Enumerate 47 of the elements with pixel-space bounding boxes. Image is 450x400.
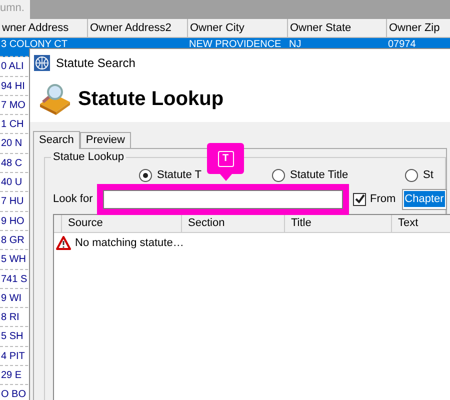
- table-cell-text: 29 E: [0, 369, 22, 384]
- table-cell-text: 9 WI: [0, 292, 22, 306]
- column-header[interactable]: Title: [285, 215, 392, 233]
- tab[interactable]: Search: [33, 131, 80, 149]
- checkbox-label: From: [370, 192, 396, 207]
- radio-label: Statute T: [157, 168, 202, 183]
- table-cell-text: 3 COLONY CT: [0, 38, 68, 50]
- tab[interactable]: Preview: [80, 132, 131, 148]
- group-title: Statue Lookup: [51, 150, 126, 164]
- column-header[interactable]: Text: [392, 215, 450, 233]
- table-cell-text: 1 CH: [0, 118, 24, 132]
- table-cell-text: NEW PROVIDENCE: [188, 38, 282, 50]
- table-cell-text: 9 HO: [0, 214, 24, 229]
- table-cell-text: O BO: [0, 388, 26, 400]
- table-cell-text: 8 RI: [0, 311, 20, 326]
- column-header[interactable]: Source: [62, 215, 182, 233]
- book-magnifier-icon: [38, 82, 72, 116]
- radio-button[interactable]: [272, 168, 285, 182]
- table-cell-text: 4 PIT: [0, 350, 25, 364]
- radio-button[interactable]: [405, 168, 418, 182]
- window-title: Statute Search: [56, 54, 136, 72]
- table-cell-text: 5 SH: [0, 330, 24, 344]
- hint-text: umn.: [0, 0, 30, 19]
- table-cell-text: NJ: [288, 38, 302, 50]
- table-cell-text: 5 WH: [0, 253, 26, 268]
- table-cell-text: 741 S: [0, 272, 28, 287]
- status-message: No matching statute…: [75, 236, 184, 251]
- table-cell-text: 7 MO: [0, 98, 26, 113]
- column-header[interactable]: Section: [182, 215, 285, 233]
- table-cell-text: 07974: [387, 38, 417, 50]
- field-label: Look for: [53, 192, 94, 207]
- from-dropdown[interactable]: Chapter: [402, 188, 447, 210]
- table-cell-text: 8 GR: [0, 234, 24, 248]
- warning-icon: [56, 236, 71, 250]
- radio-button[interactable]: [139, 168, 152, 182]
- table-cell-text: 48 C: [0, 156, 22, 171]
- radio-label: St: [423, 168, 434, 183]
- table-cell-text: 40 U: [0, 176, 22, 190]
- table-cell-text: 7 HU: [0, 195, 24, 210]
- table-cell-text: 94 HI: [0, 80, 25, 94]
- from-checkbox[interactable]: [353, 192, 366, 206]
- table-cell-text: 20 N: [0, 137, 22, 152]
- globe-icon: [34, 54, 50, 70]
- table-cell-text: 0 ALI: [0, 60, 24, 74]
- look-for-field[interactable]: [103, 190, 343, 208]
- dialog-heading: Statute Lookup: [78, 87, 224, 112]
- radio-label: Statute Title: [290, 168, 348, 183]
